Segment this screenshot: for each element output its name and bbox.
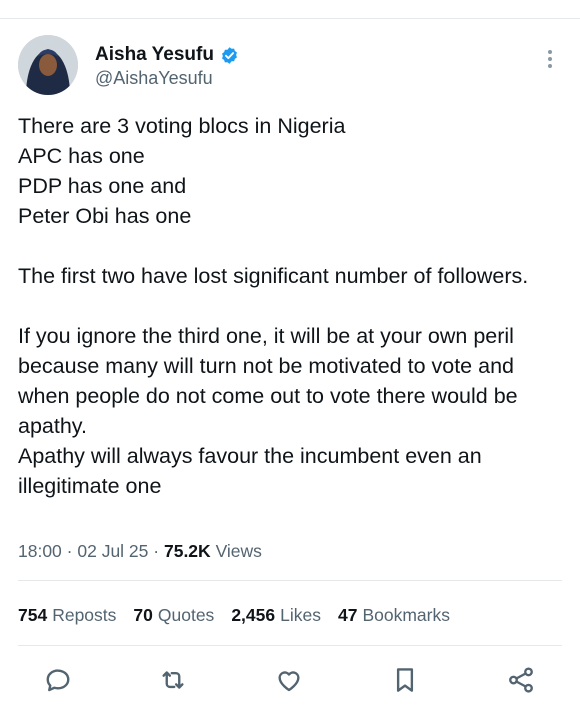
repost-icon — [162, 671, 184, 689]
bookmark-icon — [396, 668, 414, 692]
likes-count: 2,456 — [231, 605, 276, 625]
tweet-date[interactable]: 02 Jul 25 — [77, 541, 148, 561]
reposts-stat[interactable]: 754 Reposts — [18, 604, 116, 626]
likes-label: Likes — [280, 605, 321, 625]
meta-separator: · — [153, 541, 160, 561]
more-options-icon[interactable] — [540, 50, 560, 72]
author-handle[interactable]: @AishaYesufu — [95, 67, 213, 89]
bookmarks-label: Bookmarks — [362, 605, 450, 625]
share-icon — [509, 667, 533, 693]
tweet-meta: 18:00 · 02 Jul 25 · 75.2K Views — [18, 540, 262, 562]
like-button[interactable] — [271, 662, 307, 698]
likes-stat[interactable]: 2,456 Likes — [231, 604, 321, 626]
views-label: Views — [215, 541, 262, 561]
divider — [18, 645, 562, 646]
meta-separator: · — [66, 541, 73, 561]
reply-icon — [46, 669, 70, 692]
reposts-label: Reposts — [52, 605, 117, 625]
reply-button[interactable] — [40, 662, 76, 698]
heart-icon — [278, 671, 300, 692]
author-display-name[interactable]: Aisha Yesufu — [95, 44, 214, 66]
bookmarks-stat[interactable]: 47 Bookmarks — [338, 604, 450, 626]
avatar[interactable] — [18, 35, 78, 95]
divider — [18, 580, 562, 581]
reposts-count: 754 — [18, 605, 48, 625]
action-bar — [0, 662, 580, 702]
repost-button[interactable] — [155, 662, 191, 698]
avatar-image — [18, 35, 78, 95]
verified-badge-icon — [220, 46, 239, 65]
tweet-text: There are 3 voting blocs in Nigeria APC … — [18, 114, 529, 498]
engagement-stats: 754 Reposts 70 Quotes 2,456 Likes 47 Bookmar… — [18, 604, 450, 626]
tweet-time[interactable]: 18:00 — [18, 541, 62, 561]
bookmarks-count: 47 — [337, 605, 358, 625]
quotes-label: Quotes — [157, 605, 215, 625]
bookmark-button[interactable] — [387, 662, 423, 698]
share-button[interactable] — [503, 662, 539, 698]
author-name-row[interactable]: Aisha Yesufu — [95, 44, 239, 66]
views-count: 75.2K — [163, 541, 211, 561]
quotes-count: 70 — [133, 605, 153, 625]
top-divider — [0, 18, 580, 19]
quotes-stat[interactable]: 70 Quotes — [133, 604, 214, 626]
